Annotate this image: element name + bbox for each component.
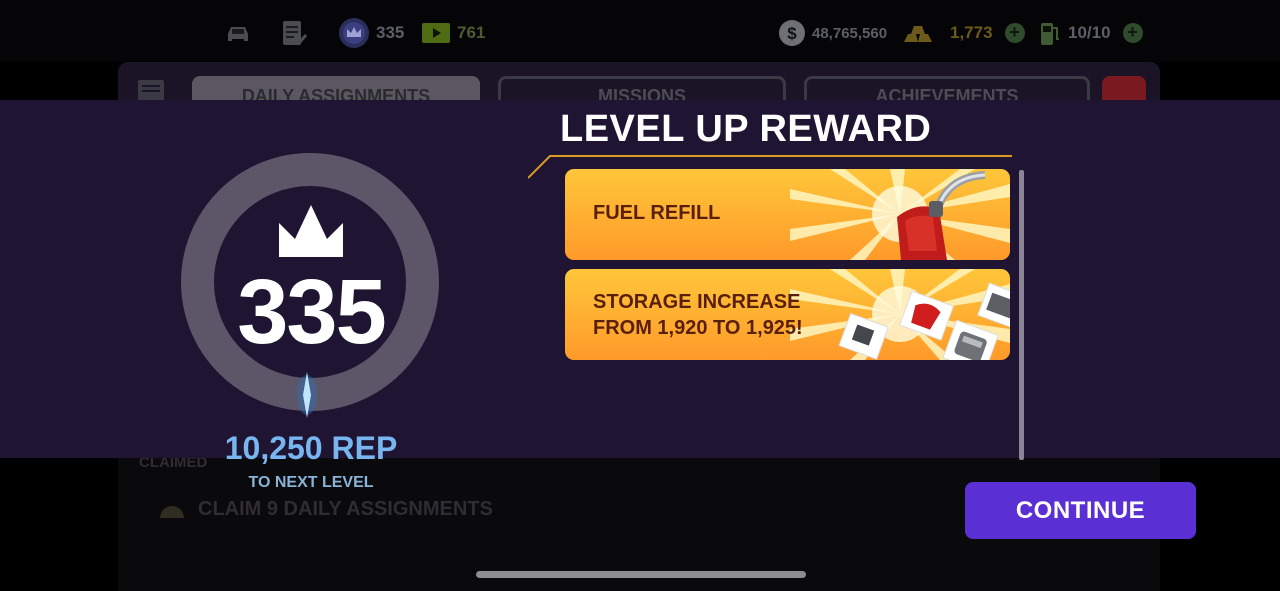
assignment-task-label: CLAIM 9 DAILY ASSIGNMENTS — [198, 498, 493, 520]
hud-level-value: 335 — [376, 23, 405, 42]
fuel-hud[interactable]: 10/10 + — [1038, 18, 1143, 48]
hud-fuel-value: 10/10 — [1068, 23, 1111, 42]
rep-to-next-level: 10,250 REP — [224, 430, 398, 466]
hud-gold-value: 1,773 — [950, 23, 993, 42]
fuel-nozzle-icon — [887, 171, 991, 260]
fuel-pump-icon — [1038, 19, 1062, 47]
checklist-icon — [280, 19, 308, 47]
top-hud: 335 761 $ 48,765,560 1,773 + 10/10 + — [0, 0, 1280, 62]
hud-tickets-value: 761 — [457, 23, 486, 42]
coin-icon — [160, 506, 184, 518]
storage-increase-label: STORAGE INCREASE — [593, 291, 801, 313]
add-gold-button[interactable]: + — [1004, 23, 1025, 43]
hud-cash-value: 48,765,560 — [812, 24, 888, 42]
cash-hud[interactable]: $ 48,765,560 — [778, 18, 887, 48]
garage-hud[interactable] — [224, 18, 252, 48]
gold-hud[interactable]: 1,773 + — [902, 18, 1025, 48]
fuel-refill-label: FUEL REFILL — [593, 202, 721, 224]
continue-button[interactable]: CONTINUE — [965, 482, 1196, 539]
tickets-hud[interactable]: 761 — [421, 18, 485, 48]
player-level-hud[interactable]: 335 — [338, 18, 404, 48]
crown-icon — [277, 205, 345, 264]
video-ticket-icon — [421, 22, 451, 44]
reward-card-storage-increase: STORAGE INCREASE FROM 1,920 TO 1,925! — [565, 269, 1010, 360]
level-up-reward-title: LEVEL UP REWARD — [560, 108, 932, 150]
storage-increase-detail: FROM 1,920 TO 1,925! — [593, 317, 803, 339]
crown-badge-icon — [338, 17, 370, 49]
assignments-hud[interactable] — [280, 18, 308, 48]
car-parts-icon — [835, 269, 1010, 360]
reward-card-fuel-refill: FUEL REFILL — [565, 169, 1010, 260]
svg-text:$: $ — [787, 24, 797, 43]
to-next-level-label: TO NEXT LEVEL — [248, 474, 374, 491]
gold-bars-icon — [902, 22, 934, 44]
rewards-scrollbar[interactable] — [1019, 170, 1024, 460]
add-fuel-button[interactable]: + — [1122, 23, 1143, 43]
player-level: 335 — [237, 261, 387, 363]
progress-spark-icon — [296, 372, 318, 423]
home-indicator[interactable] — [476, 571, 806, 578]
dollar-icon: $ — [778, 19, 806, 47]
car-icon — [224, 22, 252, 44]
